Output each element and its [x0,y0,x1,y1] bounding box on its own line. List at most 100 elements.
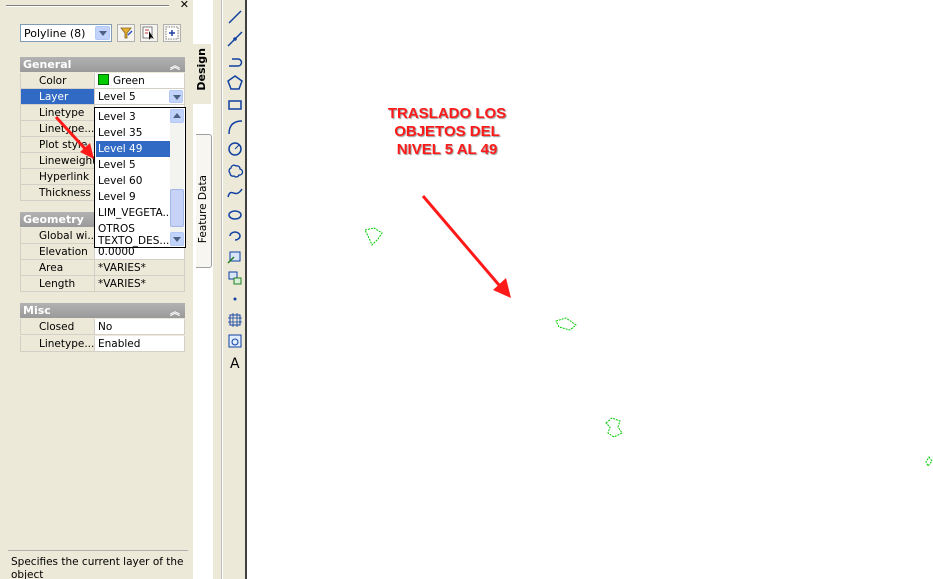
annotation-arrow-large [421,195,511,298]
spline-icon [227,188,243,198]
circle-icon [228,142,242,156]
selection-combo[interactable]: Polyline (8) [20,24,112,42]
insert-block-button[interactable] [226,248,244,266]
property-label: Layer [20,89,94,105]
property-row-closed[interactable]: Closed No [20,319,185,335]
property-label: Closed [20,319,94,335]
line-button[interactable] [226,8,244,26]
rectangle-button[interactable] [226,96,244,114]
property-label: Area [20,260,94,276]
dropdown-scrollbar[interactable] [170,109,184,246]
polyline-button[interactable] [226,52,244,70]
make-block-button[interactable] [226,269,244,287]
property-value[interactable]: No [94,319,185,335]
property-label: Color [20,73,94,89]
make-block-icon [228,271,242,285]
property-label: Thickness [20,185,94,201]
property-row-color[interactable]: Color Green [20,73,185,89]
polyline-icon [229,58,243,67]
property-description: Specifies the current layer of the objec… [8,550,188,579]
point-icon [233,297,237,301]
scroll-up-icon[interactable] [170,109,184,123]
spline-button[interactable] [226,184,244,202]
svg-text:A: A [230,356,240,371]
chevron-down-icon[interactable] [169,90,183,103]
property-label: Length [20,276,94,292]
ellipse-button[interactable] [226,206,244,224]
line-icon [228,10,242,24]
multiline-text-icon: A [230,356,240,372]
scroll-down-icon[interactable] [170,232,184,246]
layer-option[interactable]: Level 5 [96,157,172,173]
arc-button[interactable] [226,118,244,136]
layer-option[interactable]: LIM_VEGETA... [96,205,172,221]
polyline-entity[interactable] [924,455,933,469]
layer-option[interactable]: Level 3 [96,109,172,125]
arc-icon [228,120,243,135]
property-value: *VARIES* [94,260,185,276]
polyline-entity[interactable] [600,415,628,443]
properties-palette: ✕ Polyline (8) General ︽ Color Green Lay… [0,0,193,579]
hatch-icon [228,313,242,327]
property-label: Elevation [20,244,94,260]
point-button[interactable] [226,290,244,308]
property-value[interactable]: Green [94,73,185,89]
property-row-area: Area *VARIES* [20,260,185,276]
region-icon [228,334,242,348]
layer-option[interactable]: Level 35 [96,125,172,141]
close-icon[interactable]: ✕ [180,0,189,11]
draw-toolbar: A [222,0,247,579]
selection-value: Polyline (8) [24,27,86,40]
construction-line-button[interactable] [226,30,244,48]
ellipse-arc-button[interactable] [226,227,244,245]
chevron-down-icon[interactable] [95,26,110,40]
select-objects-button[interactable] [140,24,158,42]
rectangle-icon [228,100,242,110]
collapse-icon[interactable]: ︽ [170,57,180,72]
tab-design[interactable]: Design [193,44,211,104]
layer-option[interactable]: Level 60 [96,173,172,189]
polygon-button[interactable] [226,74,244,92]
multiline-text-button[interactable]: A [226,353,244,372]
scroll-thumb[interactable] [170,189,184,227]
quick-select-button[interactable] [117,24,135,42]
annotation-text: TRASLADO LOS OBJETOS DEL NIVEL 5 AL 49 [387,105,507,158]
property-row-length: Length *VARIES* [20,276,185,292]
palette-titlebar[interactable]: ✕ [0,0,193,12]
section-misc[interactable]: Misc ︽ [20,303,185,318]
select-objects-icon [142,26,154,40]
region-button[interactable] [226,332,244,350]
property-label: Linetype... [20,336,94,352]
toggle-pickadd-button[interactable] [163,24,181,42]
insert-block-icon [227,251,241,264]
revision-cloud-button[interactable] [226,162,244,180]
polyline-entity[interactable] [552,315,582,335]
section-general[interactable]: General ︽ [20,57,185,72]
quick-select-icon [120,27,133,39]
revision-cloud-icon [228,164,244,178]
tab-feature-data[interactable]: Feature Data [196,134,212,268]
property-row-linetype-generation[interactable]: Linetype... Enabled [20,336,185,352]
layer-option[interactable]: Level 9 [96,189,172,205]
polyline-entity[interactable] [360,225,390,250]
property-label: Global wi... [20,228,94,244]
collapse-icon[interactable]: ︽ [170,303,180,318]
layer-option[interactable]: TEXTO_DES... [96,233,172,247]
layer-option-highlighted[interactable]: Level 49 [96,141,172,157]
ellipse-arc-icon [229,231,241,241]
property-label: Hyperlink [20,169,94,185]
property-value[interactable]: Enabled [94,336,185,352]
layer-dropdown-list[interactable]: Level 3 Level 35 Level 49 Level 5 Level … [94,107,186,248]
layer-combo[interactable]: Level 5 [94,89,185,105]
drawing-canvas[interactable] [248,0,933,579]
ellipse-icon [228,210,242,220]
hatch-button[interactable] [226,311,244,329]
property-value: *VARIES* [94,276,185,292]
construction-line-icon [227,31,243,47]
toggle-pickadd-icon [165,26,179,40]
property-row-layer[interactable]: Layer Level 5 [20,89,185,105]
annotation-arrow-small [54,115,94,159]
circle-button[interactable] [226,140,244,158]
color-swatch-icon [98,74,109,85]
palette-edge [213,0,222,579]
